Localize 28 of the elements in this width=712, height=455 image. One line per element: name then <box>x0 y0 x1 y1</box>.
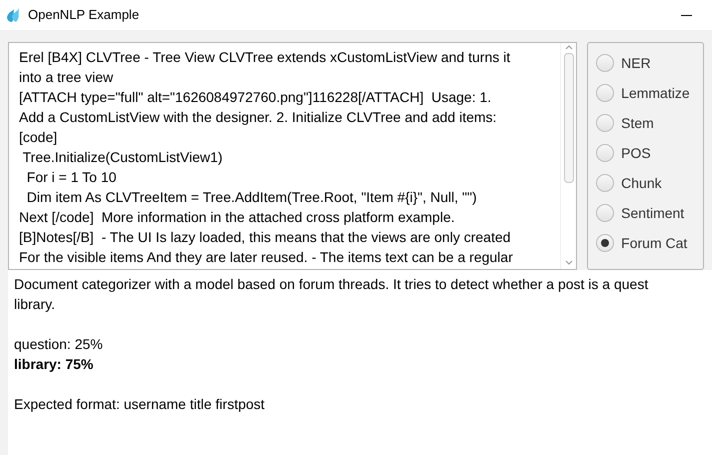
text-line: Dim item As CLVTreeItem = Tree.AddItem(Tree.Root, "Item #{i}", Null, "") <box>26 188 478 207</box>
text-line: Tree.Initialize(CustomListView1) <box>22 148 224 167</box>
text-line: [ATTACH type="full" alt="1626084972760.png"]116228[/ATTACH] Usage: 1. <box>19 88 492 107</box>
text-line: For the visible items And they are later reused. - The items text can be a regular <box>19 248 514 267</box>
description-line: Document categorizer with a model based on forum threads. It tries to detect whether a post is a quest <box>14 275 650 294</box>
text-area[interactable] <box>8 42 578 270</box>
scrollbar[interactable] <box>560 43 576 269</box>
radio-option[interactable]: Stem <box>596 113 703 133</box>
result-line: library: 75% <box>14 355 94 374</box>
format-hint: Expected format: username title firstpost <box>14 395 266 414</box>
radio-option[interactable]: Sentiment <box>596 203 703 223</box>
text-line: Next [/code] More information in the attached cross platform example. <box>19 208 456 227</box>
text-line: Add a CustomListView with the designer. 2. Initialize CLVTree and add items: <box>19 108 498 127</box>
app-logo-icon <box>6 7 22 23</box>
text-line: [B]Notes[/B] - The UI Is lazy loaded, this means that the views are only created <box>19 228 512 247</box>
radio-option[interactable]: Forum Cat <box>596 233 703 253</box>
radio-option[interactable]: NER <box>596 53 703 73</box>
text-line: For i = 1 To 10 <box>26 168 118 187</box>
description-line: library. <box>14 295 56 314</box>
text-line: into a tree view <box>19 68 114 87</box>
radio-option[interactable]: Chunk <box>596 173 703 193</box>
window-title: OpenNLP Example <box>28 6 140 24</box>
scroll-thumb[interactable] <box>564 53 574 183</box>
text-line: [code] <box>19 128 58 147</box>
radio-option[interactable]: POS <box>596 143 703 163</box>
text-line: Erel [B4X] CLVTree - Tree View CLVTree extends xCustomListView and turns it <box>19 48 512 67</box>
result-line: question: 25% <box>14 335 104 354</box>
radio-option[interactable]: Lemmatize <box>596 83 703 103</box>
